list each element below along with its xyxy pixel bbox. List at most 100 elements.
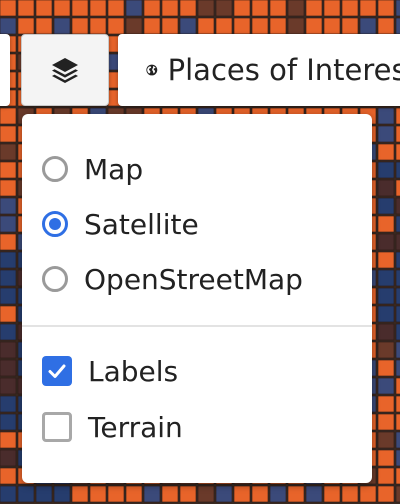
map-tile <box>377 107 395 125</box>
map-tile <box>161 17 179 35</box>
overlay-labels[interactable]: Labels <box>42 351 178 391</box>
map-tile <box>395 449 400 467</box>
map-tile <box>89 0 107 17</box>
map-tile <box>0 269 17 287</box>
overlay-terrain[interactable]: Terrain <box>42 407 183 447</box>
map-tile <box>395 125 400 143</box>
map-tile <box>395 485 400 503</box>
map-tile <box>143 485 161 503</box>
map-tile <box>35 17 53 35</box>
map-tile <box>233 0 251 17</box>
map-tile <box>197 485 215 503</box>
map-tile <box>0 485 17 503</box>
map-tile <box>0 395 17 413</box>
map-tile <box>251 0 269 17</box>
map-tile <box>395 17 400 35</box>
map-tile <box>0 341 17 359</box>
map-tile <box>0 467 17 485</box>
map-tile <box>53 485 71 503</box>
map-tile <box>125 17 143 35</box>
map-tile <box>377 143 395 161</box>
base-layer-map[interactable]: Map <box>42 149 143 189</box>
map-tile <box>377 197 395 215</box>
radio-openstreetmap[interactable] <box>42 266 68 292</box>
map-tile <box>395 107 400 125</box>
map-tile <box>71 0 89 17</box>
map-tile <box>395 215 400 233</box>
map-view[interactable]: Places of Interest Map Satellite OpenStr… <box>0 0 400 504</box>
map-tile <box>395 143 400 161</box>
map-tile <box>359 485 377 503</box>
base-layer-openstreetmap[interactable]: OpenStreetMap <box>42 259 303 299</box>
map-tile <box>17 0 35 17</box>
map-tile <box>377 17 395 35</box>
map-tile <box>233 485 251 503</box>
map-tile <box>269 17 287 35</box>
map-tile <box>377 341 395 359</box>
map-tile <box>0 125 17 143</box>
map-tile <box>107 17 125 35</box>
map-tile <box>341 17 359 35</box>
map-tile <box>161 0 179 17</box>
map-tile <box>17 485 35 503</box>
map-tile <box>377 269 395 287</box>
map-tile <box>0 413 17 431</box>
overlay-labels-label: Labels <box>88 354 179 388</box>
map-tile <box>395 395 400 413</box>
places-of-interest-button[interactable]: Places of Interest <box>118 34 400 106</box>
map-tile <box>377 233 395 251</box>
base-layer-satellite[interactable]: Satellite <box>42 204 199 244</box>
map-tile <box>0 431 17 449</box>
map-tile <box>179 485 197 503</box>
map-tile <box>0 17 17 35</box>
map-tile <box>395 197 400 215</box>
checkbox-labels[interactable] <box>42 356 72 386</box>
map-tile <box>0 197 17 215</box>
map-tile <box>377 395 395 413</box>
map-tile <box>0 107 17 125</box>
map-tile <box>377 161 395 179</box>
map-tile <box>0 305 17 323</box>
map-tile <box>125 485 143 503</box>
map-tile <box>0 0 17 17</box>
map-tile <box>395 251 400 269</box>
panel-divider <box>22 325 372 327</box>
map-tile <box>323 485 341 503</box>
globe-icon <box>146 64 158 76</box>
map-tile <box>35 0 53 17</box>
layers-button[interactable] <box>21 34 109 106</box>
partial-map-control[interactable] <box>0 34 10 106</box>
map-tile <box>395 269 400 287</box>
map-tile <box>0 323 17 341</box>
map-tile <box>377 431 395 449</box>
map-tile <box>53 0 71 17</box>
map-tile <box>251 485 269 503</box>
map-tile <box>0 377 17 395</box>
map-tile <box>107 0 125 17</box>
map-tile <box>377 377 395 395</box>
map-tile <box>377 251 395 269</box>
map-tile <box>377 449 395 467</box>
map-tile <box>395 233 400 251</box>
poi-label: Places of Interest <box>167 53 400 87</box>
base-layer-map-label: Map <box>84 152 144 186</box>
map-tile <box>377 125 395 143</box>
map-tile <box>395 161 400 179</box>
radio-satellite[interactable] <box>42 211 68 237</box>
map-tile <box>0 161 17 179</box>
map-tile <box>377 485 395 503</box>
map-tile <box>395 431 400 449</box>
map-tile <box>323 17 341 35</box>
map-tile <box>287 485 305 503</box>
map-tile <box>89 17 107 35</box>
map-tile <box>395 287 400 305</box>
radio-map[interactable] <box>42 156 68 182</box>
map-tile <box>395 0 400 17</box>
map-tile <box>377 305 395 323</box>
overlay-terrain-label: Terrain <box>88 410 183 444</box>
map-tile <box>179 17 197 35</box>
map-tile <box>377 0 395 17</box>
map-tile <box>395 377 400 395</box>
checkbox-terrain[interactable] <box>42 412 72 442</box>
map-tile <box>125 0 143 17</box>
